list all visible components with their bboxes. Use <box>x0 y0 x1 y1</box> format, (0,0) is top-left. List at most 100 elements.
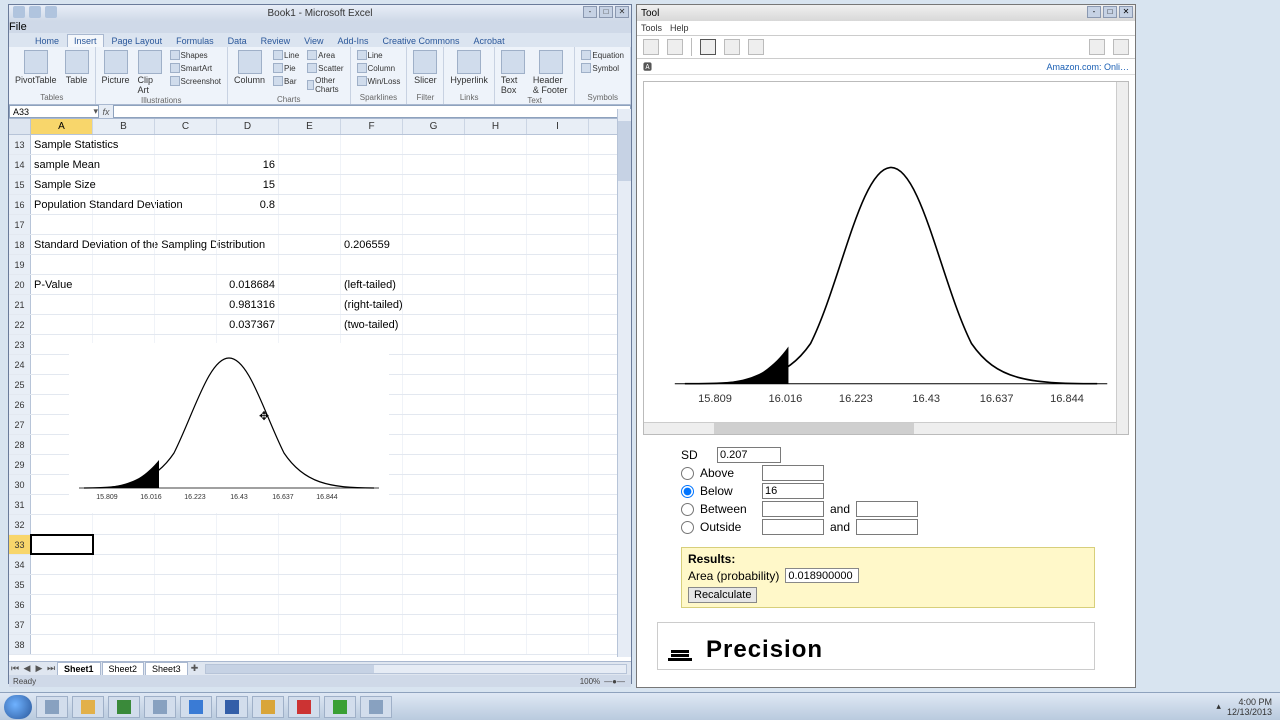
cell-F21[interactable]: (right-tailed) <box>341 295 403 314</box>
cell-F36[interactable] <box>341 595 403 614</box>
picture-button[interactable]: Picture <box>100 49 132 96</box>
ribbon-tab-view[interactable]: View <box>298 35 329 47</box>
cell-G32[interactable] <box>403 515 465 534</box>
cell-B16[interactable] <box>93 195 155 214</box>
cell-G28[interactable] <box>403 435 465 454</box>
cell-H35[interactable] <box>465 575 527 594</box>
sd-input[interactable] <box>717 447 781 463</box>
cell-E37[interactable] <box>279 615 341 634</box>
row-header[interactable]: 13 <box>9 135 31 154</box>
row-header[interactable]: 15 <box>9 175 31 194</box>
cell-C17[interactable] <box>155 215 217 234</box>
cell-H16[interactable] <box>465 195 527 214</box>
row-header[interactable]: 18 <box>9 235 31 254</box>
cell-C19[interactable] <box>155 255 217 274</box>
cell-G19[interactable] <box>403 255 465 274</box>
column-header-F[interactable]: F <box>341 119 403 134</box>
cell-D16[interactable]: 0.8 <box>217 195 279 214</box>
row-header[interactable]: 32 <box>9 515 31 534</box>
cell-E38[interactable] <box>279 635 341 654</box>
cell-A19[interactable] <box>31 255 93 274</box>
cell-A15[interactable]: Sample Size <box>31 175 93 194</box>
cell-E17[interactable] <box>279 215 341 234</box>
row-header[interactable]: 31 <box>9 495 31 514</box>
cell-G21[interactable] <box>403 295 465 314</box>
table-button[interactable]: Table <box>63 49 91 86</box>
cell-E21[interactable] <box>279 295 341 314</box>
ribbon-tab-home[interactable]: Home <box>29 35 65 47</box>
sheet-nav-first[interactable]: ⏮ <box>9 663 21 674</box>
cell-G14[interactable] <box>403 155 465 174</box>
cell-D22[interactable]: 0.037367 <box>217 315 279 334</box>
smartart-button[interactable]: SmartArt <box>168 62 223 74</box>
cell-C13[interactable] <box>155 135 217 154</box>
cell-D20[interactable]: 0.018684 <box>217 275 279 294</box>
cell-F34[interactable] <box>341 555 403 574</box>
cell-G37[interactable] <box>403 615 465 634</box>
row-header[interactable]: 25 <box>9 375 31 394</box>
cell-G16[interactable] <box>403 195 465 214</box>
cell-C22[interactable] <box>155 315 217 334</box>
ribbon-tab-add-ins[interactable]: Add-Ins <box>331 35 374 47</box>
ribbon-tab-data[interactable]: Data <box>222 35 253 47</box>
task-ie[interactable] <box>180 696 212 718</box>
cell-E16[interactable] <box>279 195 341 214</box>
row-header[interactable]: 38 <box>9 635 31 654</box>
highlight-icon[interactable] <box>748 39 764 55</box>
cell-E34[interactable] <box>279 555 341 574</box>
cell-G17[interactable] <box>403 215 465 234</box>
cell-B38[interactable] <box>93 635 155 654</box>
cell-I19[interactable] <box>527 255 589 274</box>
cell-A14[interactable]: sample Mean <box>31 155 93 174</box>
cell-E35[interactable] <box>279 575 341 594</box>
cell-A34[interactable] <box>31 555 93 574</box>
cell-H34[interactable] <box>465 555 527 574</box>
cell-D15[interactable]: 15 <box>217 175 279 194</box>
cell-F35[interactable] <box>341 575 403 594</box>
browser-tab-link[interactable]: Amazon.com: Onli… <box>1046 62 1129 72</box>
cell-I38[interactable] <box>527 635 589 654</box>
outside-radio[interactable] <box>681 521 694 534</box>
cell-I25[interactable] <box>527 375 589 394</box>
cell-G25[interactable] <box>403 375 465 394</box>
area-output[interactable] <box>785 568 859 583</box>
ribbon-tab-page-layout[interactable]: Page Layout <box>106 35 169 47</box>
cell-B22[interactable] <box>93 315 155 334</box>
cell-G26[interactable] <box>403 395 465 414</box>
cell-H38[interactable] <box>465 635 527 654</box>
cell-C32[interactable] <box>155 515 217 534</box>
cell-E13[interactable] <box>279 135 341 154</box>
cell-G33[interactable] <box>403 535 465 554</box>
between-low-input[interactable] <box>762 501 824 517</box>
symbol-button[interactable]: Symbol <box>579 62 626 74</box>
column-header-D[interactable]: D <box>217 119 279 134</box>
cell-G22[interactable] <box>403 315 465 334</box>
cell-I37[interactable] <box>527 615 589 634</box>
cell-F19[interactable] <box>341 255 403 274</box>
screenshot-button[interactable]: Screenshot <box>168 75 223 87</box>
cell-I31[interactable] <box>527 495 589 514</box>
ribbon-tab-acrobat[interactable]: Acrobat <box>468 35 511 47</box>
cell-F14[interactable] <box>341 155 403 174</box>
qat-undo-icon[interactable] <box>29 6 41 18</box>
vertical-scrollbar[interactable] <box>617 109 631 657</box>
cell-E15[interactable] <box>279 175 341 194</box>
cell-D19[interactable] <box>217 255 279 274</box>
column-header-I[interactable]: I <box>527 119 589 134</box>
cell-F22[interactable]: (two-tailed) <box>341 315 403 334</box>
row-header[interactable]: 21 <box>9 295 31 314</box>
cell-A33[interactable] <box>31 535 93 554</box>
cell-E22[interactable] <box>279 315 341 334</box>
cell-I15[interactable] <box>527 175 589 194</box>
cell-F18[interactable]: 0.206559 <box>341 235 403 254</box>
cell-D35[interactable] <box>217 575 279 594</box>
cell-H21[interactable] <box>465 295 527 314</box>
cell-E14[interactable] <box>279 155 341 174</box>
cell-I21[interactable] <box>527 295 589 314</box>
row-header[interactable]: 16 <box>9 195 31 214</box>
cell-I14[interactable] <box>527 155 589 174</box>
new-sheet-button[interactable]: ✚ <box>189 663 201 674</box>
task-snip[interactable] <box>144 696 176 718</box>
open-icon[interactable] <box>643 39 659 55</box>
system-tray[interactable]: ▴ 4:00 PM 12/13/2013 <box>1216 697 1276 717</box>
